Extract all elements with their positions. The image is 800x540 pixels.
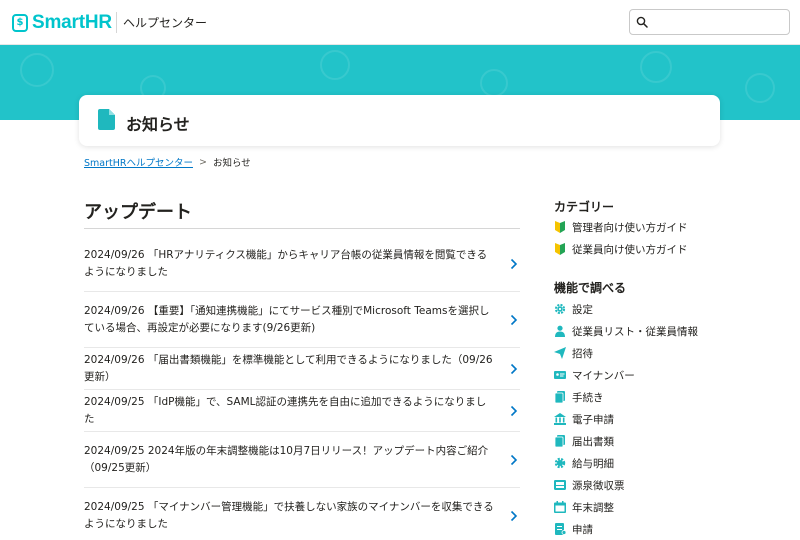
document-icon: [98, 109, 115, 130]
article-title: 2024/09/25 「IdP機能」で、SAML認証の連携先を自由に追加できるよ…: [84, 395, 487, 425]
gear-badge-icon: [554, 457, 566, 469]
search-box[interactable]: [629, 9, 790, 35]
feature-label: 届出書類: [572, 435, 614, 448]
feature-item-procedures[interactable]: 手続き: [554, 386, 698, 408]
tray-icon: [554, 480, 566, 490]
article-title: 2024/09/25 「マイナンバー管理機能」で扶養しない家族のマイナンバーを収…: [84, 500, 494, 530]
feature-list: 設定 従業員リスト・従業員情報 招待 マイナンバー 手続き 電子申請 届出書類 …: [554, 298, 698, 540]
documents-icon: [554, 435, 565, 447]
logo-mark-icon: $: [12, 14, 28, 32]
article-item[interactable]: 2024/09/26 【重要】「通知連携機能」にてサービス種別でMicrosof…: [84, 292, 520, 348]
article-item[interactable]: 2024/09/26 「届出書類機能」を標準機能として利用できるようになりました…: [84, 348, 520, 390]
chevron-right-icon: [510, 314, 518, 325]
section-title: アップデート: [84, 202, 192, 223]
article-title: 2024/09/26 【重要】「通知連携機能」にてサービス種別でMicrosof…: [84, 304, 490, 334]
feature-item-invite[interactable]: 招待: [554, 342, 698, 364]
documents-icon: [554, 391, 565, 403]
page-title-card: お知らせ: [79, 95, 720, 146]
hero-decoration: [745, 73, 775, 103]
hero-decoration: [20, 53, 54, 87]
category-label: 管理者向け使い方ガイド: [572, 221, 688, 234]
category-label: 従業員向け使い方ガイド: [572, 243, 688, 256]
chevron-right-icon: [510, 405, 518, 416]
logo-text: SmartHR: [32, 12, 112, 33]
paper-plane-icon: [554, 347, 566, 359]
feature-item-employee-list[interactable]: 従業員リスト・従業員情報: [554, 320, 698, 342]
search-input[interactable]: [652, 13, 786, 31]
category-item-employee-guide[interactable]: 従業員向け使い方ガイド: [554, 238, 688, 260]
article-title: 2024/09/26 「HRアナリティクス機能」からキャリア台帳の従業員情報を閲…: [84, 248, 488, 278]
breadcrumb-separator: >: [198, 156, 207, 168]
feature-label: 従業員リスト・従業員情報: [572, 325, 698, 338]
breadcrumb: SmartHRヘルプセンター > お知らせ: [84, 155, 251, 170]
category-list: 管理者向け使い方ガイド 従業員向け使い方ガイド: [554, 216, 688, 260]
chevron-right-icon: [510, 454, 518, 465]
logo-divider: [116, 12, 117, 33]
category-item-admin-guide[interactable]: 管理者向け使い方ガイド: [554, 216, 688, 238]
hero-decoration: [320, 50, 350, 80]
breadcrumb-home-link[interactable]: SmartHRヘルプセンター: [84, 155, 193, 169]
chevron-right-icon: [510, 258, 518, 269]
form-icon: [555, 523, 566, 535]
feature-item-request[interactable]: 申請: [554, 518, 698, 540]
article-list: 2024/09/26 「HRアナリティクス機能」からキャリア台帳の従業員情報を閲…: [84, 236, 520, 540]
smarthr-logo[interactable]: $ SmartHR: [12, 12, 112, 34]
feature-label: 手続き: [572, 391, 604, 404]
beginner-leaf-icon: [555, 221, 565, 233]
beginner-leaf-icon: [555, 243, 565, 255]
article-title: 2024/09/26 「届出書類機能」を標準機能として利用できるようになりました…: [84, 353, 493, 383]
feature-item-my-number[interactable]: マイナンバー: [554, 364, 698, 386]
page-title: お知らせ: [126, 115, 190, 134]
feature-item-notification-documents[interactable]: 届出書類: [554, 430, 698, 452]
feature-item-payslip[interactable]: 給与明細: [554, 452, 698, 474]
feature-label: 招待: [572, 347, 593, 360]
article-title: 2024/09/25 2024年版の年末調整機能は10月7日リリース！アップデー…: [84, 444, 489, 474]
search-icon: [636, 16, 648, 28]
feature-item-settings[interactable]: 設定: [554, 298, 698, 320]
feature-item-e-application[interactable]: 電子申請: [554, 408, 698, 430]
hero-decoration: [480, 69, 508, 97]
header: $ SmartHR ヘルプセンター: [0, 0, 800, 45]
id-card-icon: [554, 371, 566, 379]
feature-label: 電子申請: [572, 413, 614, 426]
building-icon: [554, 413, 566, 425]
feature-label: 申請: [572, 523, 593, 536]
feature-item-withholding-slip[interactable]: 源泉徴収票: [554, 474, 698, 496]
gear-icon: [554, 303, 566, 315]
article-item[interactable]: 2024/09/26 「HRアナリティクス機能」からキャリア台帳の従業員情報を閲…: [84, 236, 520, 292]
section-divider: [84, 228, 520, 229]
hero-decoration: [640, 51, 672, 83]
feature-label: マイナンバー: [572, 369, 635, 382]
feature-label: 設定: [572, 303, 593, 316]
category-heading: カテゴリー: [554, 200, 615, 214]
feature-heading: 機能で調べる: [554, 281, 627, 295]
person-icon: [555, 325, 565, 337]
feature-label: 年末調整: [572, 501, 614, 514]
chevron-right-icon: [510, 363, 518, 374]
feature-item-year-end-adjustment[interactable]: 年末調整: [554, 496, 698, 518]
breadcrumb-current: お知らせ: [212, 158, 251, 169]
article-item[interactable]: 2024/09/25 「マイナンバー管理機能」で扶養しない家族のマイナンバーを収…: [84, 488, 520, 540]
feature-label: 給与明細: [572, 457, 614, 470]
article-item[interactable]: 2024/09/25 「IdP機能」で、SAML認証の連携先を自由に追加できるよ…: [84, 390, 520, 432]
calendar-icon: [554, 501, 566, 513]
article-item[interactable]: 2024/09/25 2024年版の年末調整機能は10月7日リリース！アップデー…: [84, 432, 520, 488]
chevron-right-icon: [510, 510, 518, 521]
feature-label: 源泉徴収票: [572, 479, 625, 492]
help-center-link[interactable]: ヘルプセンター: [123, 14, 207, 31]
